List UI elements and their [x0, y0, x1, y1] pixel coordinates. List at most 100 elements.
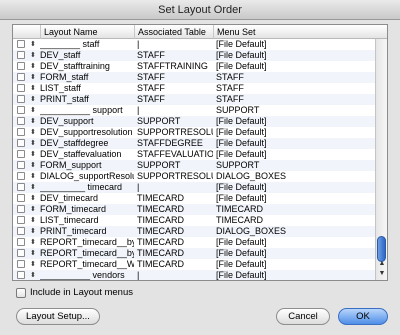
- drag-handle-icon[interactable]: ⬍: [30, 150, 36, 159]
- layout-name-cell: DEV_staffevaluation: [40, 149, 122, 159]
- layout-row[interactable]: ⬍ __________ support | SUPPORT: [13, 105, 375, 116]
- drag-handle-icon[interactable]: ⬍: [30, 139, 36, 148]
- layout-row[interactable]: ⬍ LIST_staff STAFF STAFF: [13, 83, 375, 94]
- menu-set-cell: SUPPORT: [216, 160, 260, 170]
- layout-include-checkbox[interactable]: [17, 139, 25, 147]
- layout-row[interactable]: ⬍ DEV_supportresolution SUPPORTRESOLUTI...…: [13, 127, 375, 138]
- layout-row[interactable]: ⬍ FORM_support SUPPORT SUPPORT: [13, 160, 375, 171]
- column-header-menu-set[interactable]: Menu Set: [213, 25, 387, 39]
- drag-handle-icon[interactable]: ⬍: [30, 84, 36, 93]
- layout-row[interactable]: ⬍ LIST_timecard TIMECARD TIMECARD: [13, 215, 375, 226]
- layout-include-checkbox[interactable]: [17, 216, 25, 224]
- scroll-down-arrow[interactable]: ▼: [378, 270, 386, 278]
- cancel-button[interactable]: Cancel: [276, 308, 330, 325]
- drag-handle-icon[interactable]: ⬍: [30, 73, 36, 82]
- layout-name-cell: DEV_stafftraining: [40, 61, 110, 71]
- menu-set-cell: [File Default]: [216, 248, 267, 258]
- drag-handle-icon[interactable]: ⬍: [30, 51, 36, 60]
- drag-handle-icon[interactable]: ⬍: [30, 128, 36, 137]
- layout-row[interactable]: ⬍ REPORT_timecard__bycli...TIMECARD [File …: [13, 237, 375, 248]
- layout-row[interactable]: ⬍ REPORT_timecard__bySt...TIMECARD [File D…: [13, 248, 375, 259]
- drag-handle-icon[interactable]: ⬍: [30, 161, 36, 170]
- associated-table-cell: STAFF: [137, 50, 165, 60]
- drag-handle-icon[interactable]: ⬍: [30, 40, 36, 49]
- drag-handle-icon[interactable]: ⬍: [30, 205, 36, 214]
- menu-set-cell: [File Default]: [216, 127, 267, 137]
- layout-include-checkbox[interactable]: [17, 150, 25, 158]
- menu-set-cell: [File Default]: [216, 149, 267, 159]
- drag-handle-icon[interactable]: ⬍: [30, 95, 36, 104]
- associated-table-cell: TIMECARD: [137, 193, 184, 203]
- associated-table-cell: |: [137, 39, 140, 49]
- layout-setup-button[interactable]: Layout Setup...: [16, 308, 100, 325]
- layout-include-checkbox[interactable]: [17, 249, 25, 257]
- layout-row[interactable]: ⬍ FORM_staff STAFF STAFF: [13, 72, 375, 83]
- drag-handle-icon[interactable]: ⬍: [30, 216, 36, 225]
- drag-handle-icon[interactable]: ⬍: [30, 271, 36, 280]
- layout-row[interactable]: ⬍ FORM_timecard TIMECARD TIMECARD: [13, 204, 375, 215]
- layout-row[interactable]: ⬍ DEV_support SUPPORT [File Default]: [13, 116, 375, 127]
- menu-set-cell: [File Default]: [216, 61, 267, 71]
- layout-include-checkbox[interactable]: [17, 183, 25, 191]
- layout-row[interactable]: ⬍ ________ staff | [File Default]: [13, 39, 375, 50]
- associated-table-cell: |: [137, 270, 140, 280]
- associated-table-cell: STAFF: [137, 94, 165, 104]
- layout-name-cell: DEV_timecard: [40, 193, 99, 203]
- layout-include-checkbox[interactable]: [17, 62, 25, 70]
- menu-set-cell: [File Default]: [216, 138, 267, 148]
- scroll-thumb[interactable]: [377, 236, 386, 262]
- associated-table-cell: |: [137, 105, 140, 115]
- layout-include-checkbox[interactable]: [17, 128, 25, 136]
- associated-table-cell: STAFF: [137, 83, 165, 93]
- ok-button[interactable]: OK: [338, 308, 388, 325]
- layout-row[interactable]: ⬍ DEV_staffevaluation STAFFEVALUATION [File…: [13, 149, 375, 160]
- menu-set-cell: STAFF: [216, 72, 244, 82]
- layout-include-checkbox[interactable]: [17, 205, 25, 213]
- layout-include-checkbox[interactable]: [17, 40, 25, 48]
- layout-include-checkbox[interactable]: [17, 260, 25, 268]
- layout-include-checkbox[interactable]: [17, 172, 25, 180]
- layout-include-checkbox[interactable]: [17, 161, 25, 169]
- drag-handle-icon[interactable]: ⬍: [30, 249, 36, 258]
- layout-include-checkbox[interactable]: [17, 73, 25, 81]
- include-in-layout-menus-checkbox[interactable]: [16, 288, 26, 298]
- drag-handle-icon[interactable]: ⬍: [30, 227, 36, 236]
- menu-set-cell: [File Default]: [216, 116, 267, 126]
- column-header-associated-table[interactable]: Associated Table: [134, 25, 213, 39]
- layout-include-checkbox[interactable]: [17, 271, 25, 279]
- layout-include-checkbox[interactable]: [17, 51, 25, 59]
- layout-row[interactable]: ⬍ REPORT_timecard__Wee...TIMECARD [File De…: [13, 259, 375, 270]
- drag-handle-icon[interactable]: ⬍: [30, 172, 36, 181]
- layout-include-checkbox[interactable]: [17, 84, 25, 92]
- layout-row[interactable]: ⬍ PRINT_staff STAFF STAFF: [13, 94, 375, 105]
- drag-handle-icon[interactable]: ⬍: [30, 260, 36, 269]
- layout-include-checkbox[interactable]: [17, 117, 25, 125]
- layout-row[interactable]: ⬍ __________ vendors | [File Default]: [13, 270, 375, 280]
- associated-table-cell: SUPPORTRESOLUTI...: [137, 171, 213, 181]
- layout-row[interactable]: ⬍ DEV_stafftraining STAFFTRAINING [File Def…: [13, 61, 375, 72]
- layout-name-cell: ________ staff: [40, 39, 100, 49]
- layout-name-cell: FORM_timecard: [40, 204, 107, 214]
- drag-handle-icon[interactable]: ⬍: [30, 238, 36, 247]
- associated-table-cell: TIMECARD: [137, 204, 184, 214]
- layout-row[interactable]: ⬍ PRINT_timecard TIMECARD DIALOG_BOXES: [13, 226, 375, 237]
- drag-handle-icon[interactable]: ⬍: [30, 62, 36, 71]
- drag-handle-icon[interactable]: ⬍: [30, 183, 36, 192]
- layout-row[interactable]: ⬍ DEV_staffdegree STAFFDEGREE [File Default…: [13, 138, 375, 149]
- layout-list: Layout Name Associated Table Menu Set ⬍ _…: [12, 24, 388, 281]
- layout-include-checkbox[interactable]: [17, 95, 25, 103]
- drag-handle-icon[interactable]: ⬍: [30, 117, 36, 126]
- layout-include-checkbox[interactable]: [17, 194, 25, 202]
- layout-row[interactable]: ⬍ DEV_staff STAFF [File Default]: [13, 50, 375, 61]
- layout-row[interactable]: ⬍ _________ timecard | [File Default]: [13, 182, 375, 193]
- layout-row[interactable]: ⬍ DIALOG_supportResolut...SUPPORTRESOLUTI…: [13, 171, 375, 182]
- vertical-scrollbar[interactable]: ▲ ▼: [375, 39, 387, 280]
- column-header-layout-name[interactable]: Layout Name: [40, 25, 137, 39]
- drag-handle-icon[interactable]: ⬍: [30, 194, 36, 203]
- layout-include-checkbox[interactable]: [17, 238, 25, 246]
- layout-include-checkbox[interactable]: [17, 106, 25, 114]
- drag-handle-icon[interactable]: ⬍: [30, 106, 36, 115]
- scroll-up-arrow[interactable]: ▲: [378, 260, 386, 268]
- layout-include-checkbox[interactable]: [17, 227, 25, 235]
- layout-row[interactable]: ⬍ DEV_timecard TIMECARD [File Default]: [13, 193, 375, 204]
